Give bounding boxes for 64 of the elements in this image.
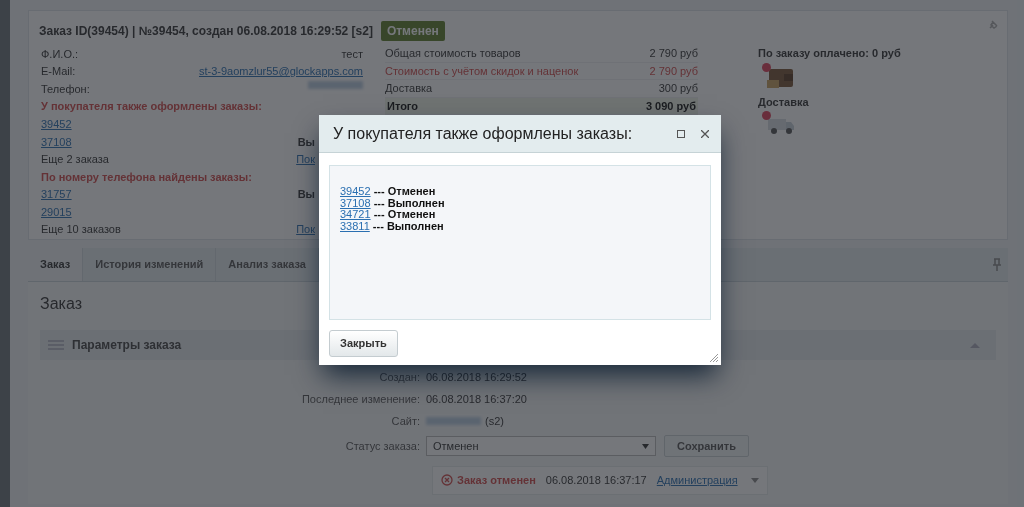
field-label: Сайт: (390, 413, 421, 429)
field-value: 06.08.2018 16:37:20 (426, 391, 527, 407)
status-select[interactable]: Отменен (426, 436, 656, 456)
show-link[interactable]: Пок (296, 221, 315, 238)
field-label: E-Mail: (41, 64, 76, 80)
total-value: 2 790 руб (649, 46, 698, 62)
tab[interactable]: Анализ заказа (216, 248, 319, 281)
dialog-title: У покупателя также оформлены заказы: (333, 123, 633, 144)
order-title: Заказ ID(39454) | №39454, создан 06.08.2018 16:29:52 [s2] (39, 23, 373, 40)
close-button[interactable]: Закрыть (329, 330, 398, 357)
history-date: 06.08.2018 16:37:17 (545, 473, 647, 488)
field-label: Статус заказа: (344, 438, 421, 454)
total-value: 3 090 руб (645, 98, 696, 114)
tab[interactable]: Заказ (28, 248, 84, 281)
order-link[interactable]: 37108 (41, 133, 72, 150)
order-link[interactable]: 37108 (340, 196, 371, 209)
delivery-title: Доставка (758, 94, 810, 110)
cell-text: Вы (297, 187, 315, 203)
order-link[interactable]: 39452 (41, 115, 72, 133)
resize-grip-icon[interactable] (710, 354, 718, 362)
order-link[interactable]: 33811 (340, 219, 370, 232)
field-label: Последнее изменение: (300, 391, 421, 407)
email-link[interactable]: st-3-9aomzlur55@glockapps.com (199, 63, 363, 80)
history-status: Заказ отменен (457, 473, 536, 488)
field-value: (s2) (485, 413, 504, 429)
pin-icon[interactable] (987, 19, 999, 31)
more-orders-text: Еще 10 заказов (41, 222, 121, 238)
order-status: --- Выполнен (372, 219, 444, 232)
total-label: Итого (387, 98, 419, 114)
field-label: Ф.И.О.: (41, 46, 79, 62)
order-status: --- Выполнен (373, 196, 445, 209)
user-link[interactable]: Администрация (656, 472, 738, 489)
section-title: Заказ (40, 294, 83, 314)
caret-down-icon[interactable] (751, 477, 759, 483)
field-value: тест (341, 46, 363, 62)
more-orders-text: Еще 2 заказа (41, 152, 109, 168)
close-icon[interactable] (701, 129, 709, 138)
caret-up-icon[interactable] (970, 342, 980, 348)
cancel-icon (441, 474, 453, 487)
order-link[interactable]: 31757 (41, 186, 72, 203)
total-value: 300 руб (658, 81, 698, 97)
list-heading: У покупателя также оформлены заказы: (41, 99, 262, 115)
save-button[interactable]: Сохранить (664, 434, 749, 458)
total-label: Общая стоимость товаров (385, 46, 521, 62)
cell-text: Вы (297, 134, 315, 150)
pin-icon[interactable] (992, 258, 1002, 272)
status-badge: Отменен (380, 21, 445, 41)
total-value: 2 790 руб (649, 63, 698, 79)
panel-title: Параметры заказа (72, 337, 182, 354)
order-link[interactable]: 29015 (41, 203, 72, 221)
maximize-icon[interactable] (677, 129, 685, 138)
blurred-phone (308, 80, 363, 89)
order-status: --- Отменен (373, 208, 436, 220)
total-label: Стоимость с учётом скидок и наценок (385, 63, 579, 79)
show-link[interactable]: Пок (296, 151, 315, 168)
order-link[interactable]: 39452 (340, 185, 371, 197)
field-label: Телефон: (41, 81, 90, 97)
tab[interactable]: История изменений (83, 248, 217, 281)
list-heading: По номеру телефона найдены заказы: (41, 169, 252, 185)
total-label: Доставка (385, 81, 433, 97)
caret-down-icon[interactable] (642, 443, 649, 449)
order-link[interactable]: 34721 (340, 208, 371, 220)
order-status: --- Отменен (373, 185, 436, 197)
payment-title: По заказу оплачено: 0 руб (758, 46, 901, 61)
